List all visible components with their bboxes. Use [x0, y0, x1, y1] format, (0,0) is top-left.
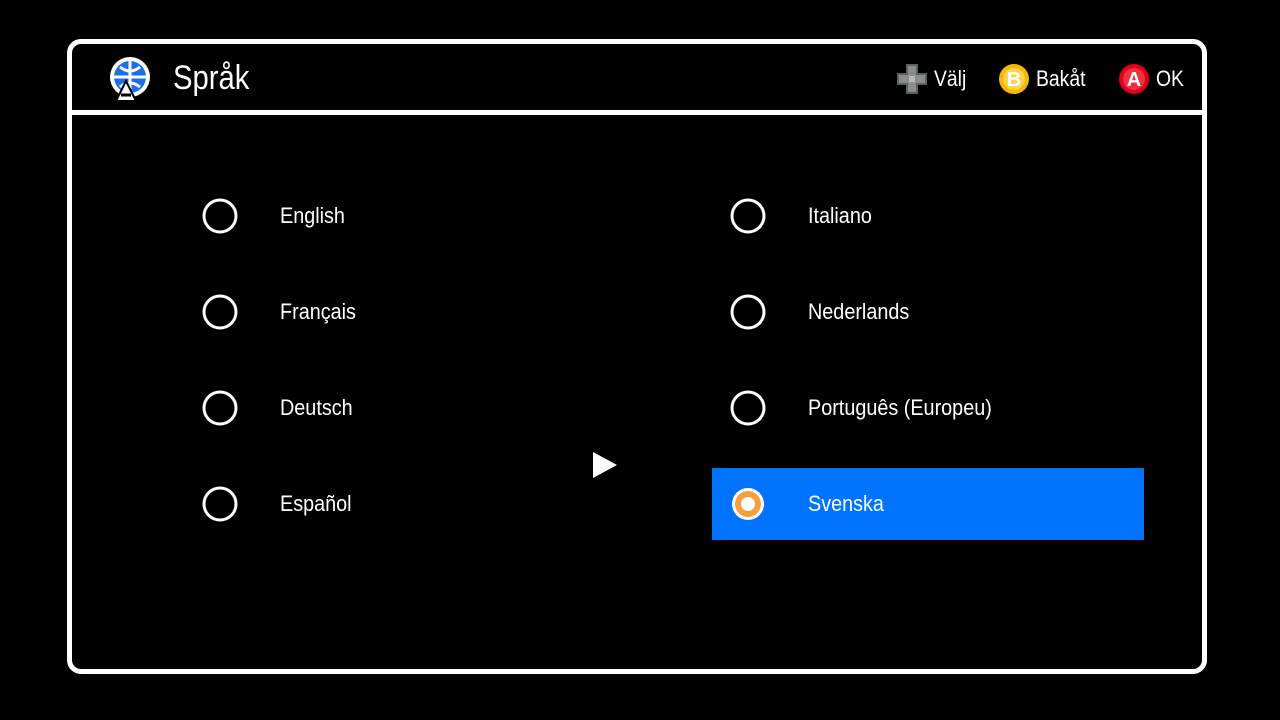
language-option-deutsch[interactable]: Deutsch: [184, 372, 616, 444]
language-option-francais[interactable]: Français: [184, 276, 616, 348]
radio-unchecked-icon: [730, 294, 766, 330]
language-label: Español: [280, 491, 352, 516]
page-title: Språk: [173, 59, 250, 97]
hint-select-label: Välj: [934, 66, 967, 91]
hint-ok-label: OK: [1156, 66, 1184, 91]
hint-back-label: Bakåt: [1036, 66, 1086, 91]
radio-unchecked-icon: [730, 198, 766, 234]
selection-cursor-icon: [593, 452, 617, 478]
language-option-portugues[interactable]: Português (Europeu): [712, 372, 1144, 444]
svg-text:B: B: [1007, 69, 1021, 91]
language-label: Svenska: [808, 491, 884, 516]
dialog-header: Språk Välj B Bakåt A OK: [72, 44, 1202, 115]
language-label: Português (Europeu): [808, 395, 992, 420]
language-option-espanol[interactable]: Español: [184, 468, 616, 540]
hint-back: B Bakåt: [998, 62, 1092, 96]
b-button-icon: B: [999, 64, 1029, 94]
radio-unchecked-icon: [202, 390, 238, 426]
hint-ok: A OK: [1118, 62, 1188, 96]
language-dialog: Språk Välj B Bakåt A OK: [67, 39, 1207, 674]
language-label: English: [280, 203, 345, 228]
language-option-nederlands[interactable]: Nederlands: [712, 276, 1144, 348]
language-option-english[interactable]: English: [184, 180, 616, 252]
radio-unchecked-icon: [202, 294, 238, 330]
hint-select: Välj: [896, 62, 971, 96]
radio-unchecked-icon: [202, 486, 238, 522]
radio-checked-icon: [732, 488, 764, 520]
svg-text:A: A: [1127, 69, 1141, 91]
language-label: Italiano: [808, 203, 872, 228]
radio-unchecked-icon: [730, 390, 766, 426]
language-label: Deutsch: [280, 395, 353, 420]
language-label: Français: [280, 299, 356, 324]
language-option-svenska[interactable]: Svenska: [712, 468, 1144, 540]
language-label: Nederlands: [808, 299, 910, 324]
a-button-icon: A: [1119, 64, 1149, 94]
language-option-italiano[interactable]: Italiano: [712, 180, 1144, 252]
radio-unchecked-icon: [202, 198, 238, 234]
dpad-icon: [897, 64, 927, 94]
language-globe-icon: [110, 57, 150, 102]
